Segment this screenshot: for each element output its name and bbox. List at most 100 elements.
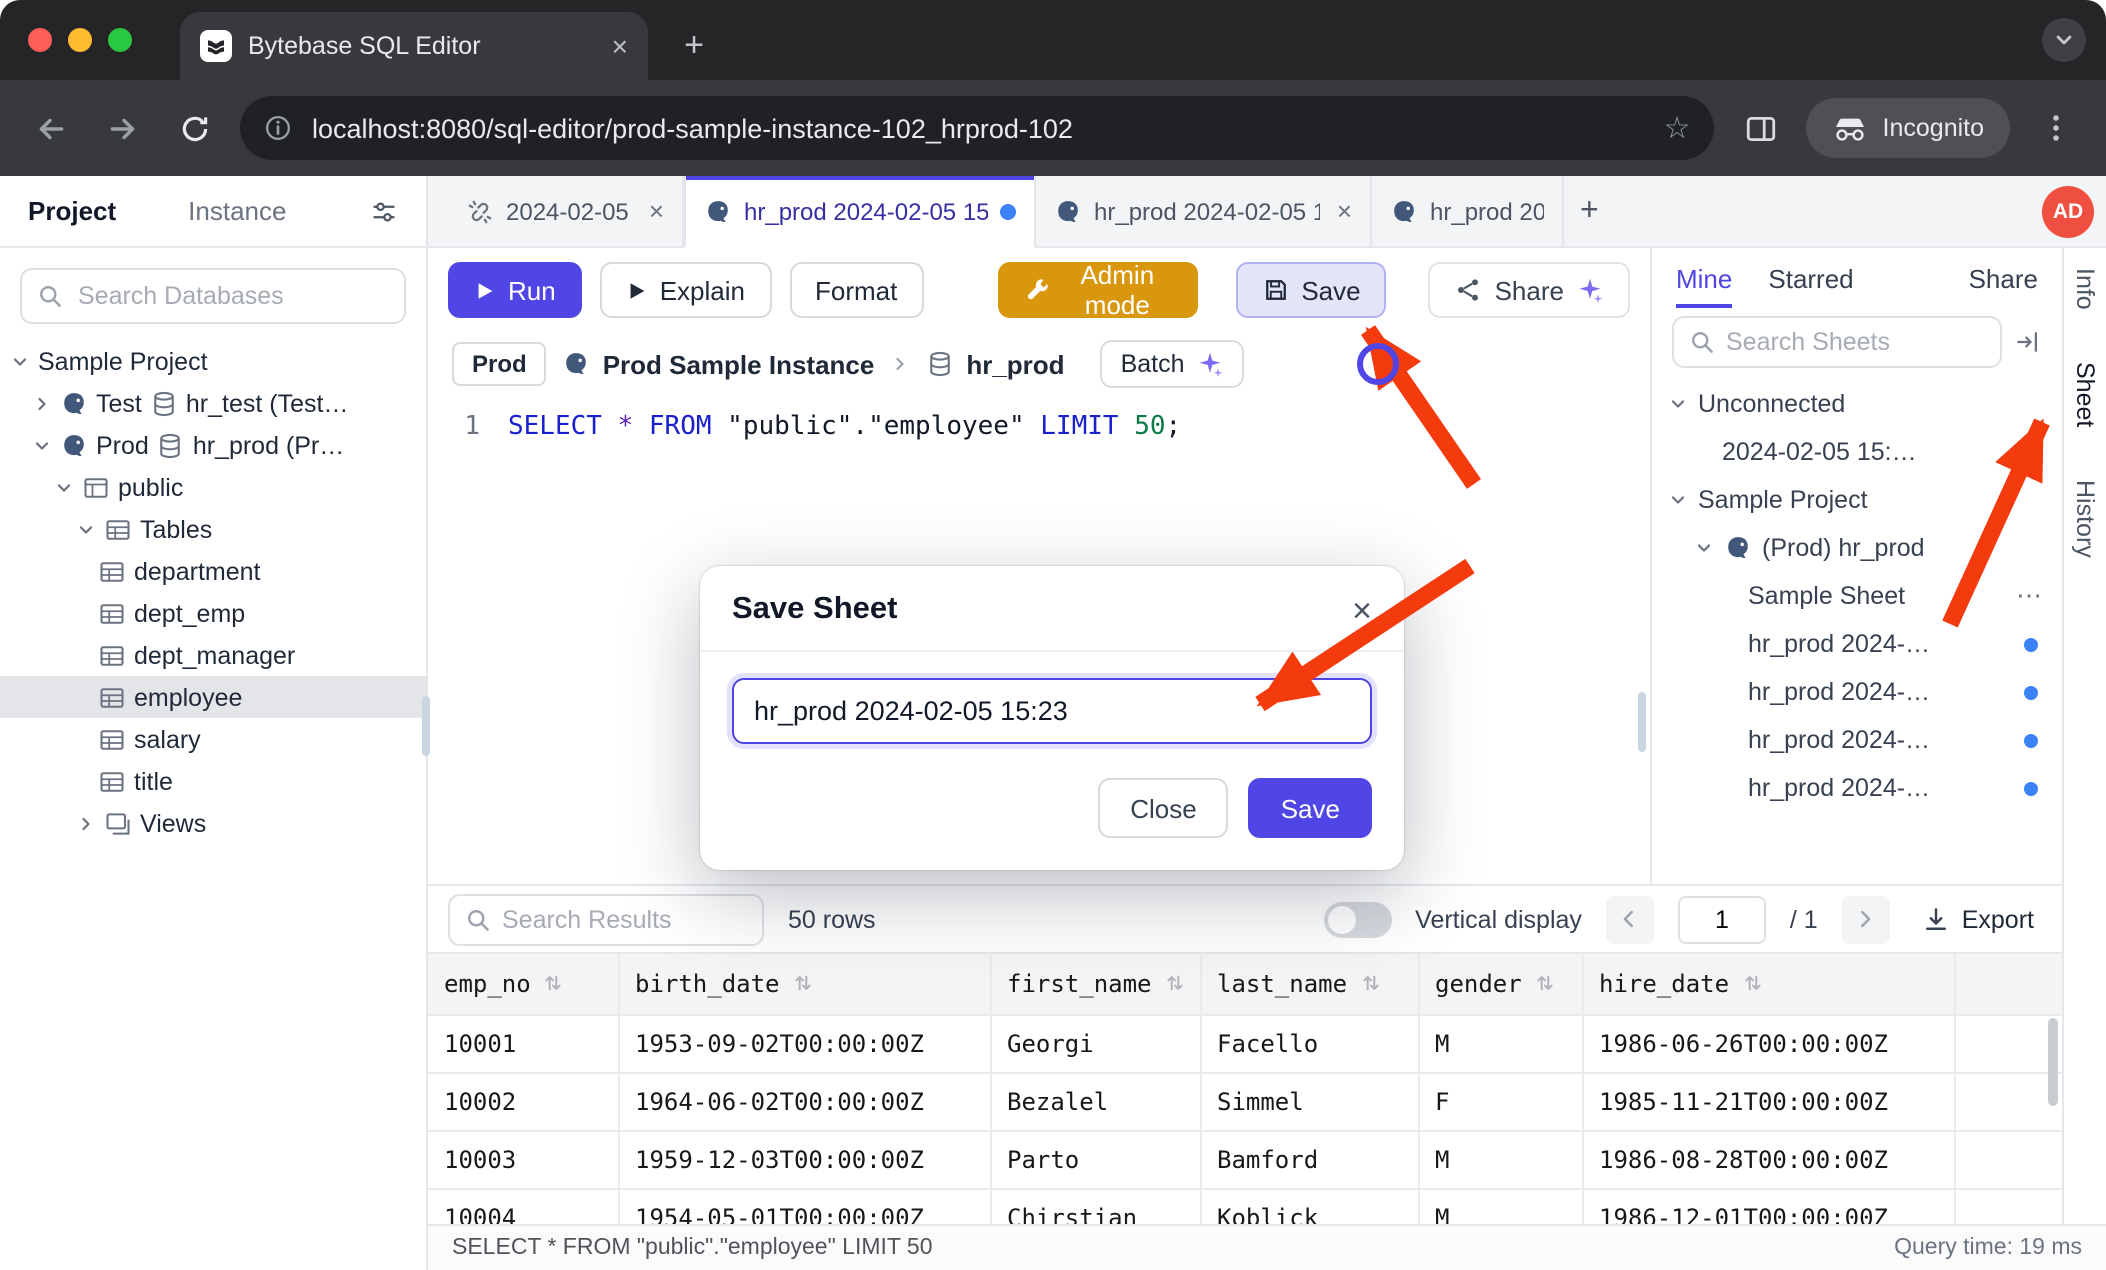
new-browser-tab-button[interactable]: + xyxy=(672,26,716,66)
tree-item[interactable]: salary xyxy=(0,718,426,760)
column-header[interactable]: emp_no xyxy=(428,954,618,1014)
tree-item[interactable]: Testhr_test (Test… xyxy=(0,382,426,424)
page-number-input[interactable] xyxy=(1678,895,1766,943)
left-tab-project[interactable]: Project xyxy=(28,196,116,226)
share-button[interactable]: Share xyxy=(1429,262,1630,318)
tree-item[interactable]: dept_emp xyxy=(0,592,426,634)
address-bar[interactable]: localhost:8080/sql-editor/prod-sample-in… xyxy=(240,96,1715,160)
instance-crumb[interactable]: Prod Sample Instance xyxy=(563,349,875,379)
new-sheet-tab-button[interactable]: + xyxy=(1564,193,1615,229)
table-row[interactable]: 100021964-06-02T00:00:00ZBezalelSimmelF1… xyxy=(428,1072,2062,1130)
reload-icon[interactable] xyxy=(168,102,220,154)
bookmark-star-icon[interactable]: ☆ xyxy=(1656,110,1699,146)
database-crumb[interactable]: hr_prod xyxy=(926,349,1064,379)
vertical-display-toggle[interactable] xyxy=(1323,901,1391,937)
save-button[interactable]: Save xyxy=(1235,262,1386,318)
format-button[interactable]: Format xyxy=(789,262,923,318)
column-header[interactable]: hire_date xyxy=(1582,954,1954,1014)
left-tab-instance[interactable]: Instance xyxy=(188,196,286,226)
column-header[interactable]: last_name xyxy=(1200,954,1418,1014)
close-browser-tab-icon[interactable]: × xyxy=(612,32,628,60)
run-button[interactable]: Run xyxy=(448,262,582,318)
sheet-item[interactable]: Unconnected xyxy=(1652,380,2062,428)
tree-item[interactable]: Views xyxy=(0,802,426,844)
side-tab-history[interactable]: History xyxy=(2071,479,2099,557)
browser-tab[interactable]: Bytebase SQL Editor × xyxy=(180,12,648,80)
close-dialog-icon[interactable]: × xyxy=(1352,593,1372,627)
dialog-save-button[interactable]: Save xyxy=(1249,778,1372,838)
sheet-name-input[interactable] xyxy=(732,678,1372,744)
table-icon xyxy=(98,641,126,669)
export-button[interactable]: Export xyxy=(1914,905,2042,933)
sheet-tab-starred[interactable]: Starred xyxy=(1768,248,1853,308)
sidebar-resize-handle[interactable] xyxy=(422,696,430,756)
sheet-item[interactable]: hr_prod 2024-… xyxy=(1652,716,2062,764)
batch-button[interactable]: Batch xyxy=(1101,340,1245,388)
tree-item[interactable]: Prodhr_prod (Pr… xyxy=(0,424,426,466)
editor-tab[interactable]: hr_prod 2024-0 xyxy=(1372,176,1564,246)
avatar[interactable]: AD xyxy=(2042,186,2094,238)
filter-settings-icon[interactable] xyxy=(370,197,398,225)
tree-item[interactable]: dept_manager xyxy=(0,634,426,676)
side-tab-info[interactable]: Info xyxy=(2071,268,2099,310)
site-info-icon[interactable] xyxy=(264,114,292,142)
side-panel-icon[interactable] xyxy=(1735,102,1787,154)
sheet-tab-mine[interactable]: Mine xyxy=(1676,248,1732,308)
collapse-panel-icon[interactable] xyxy=(2014,328,2042,356)
more-actions-icon[interactable]: ⋯ xyxy=(2016,580,2042,612)
sheet-item[interactable]: 2024-02-05 15:… xyxy=(1652,428,2062,476)
tree-item[interactable]: public xyxy=(0,466,426,508)
editor-tab[interactable]: hr_prod 2024-02-05 15:43× xyxy=(1036,176,1372,246)
browser-menu-icon[interactable] xyxy=(2030,102,2082,154)
table-icon xyxy=(104,515,132,543)
tree-item[interactable]: Tables xyxy=(0,508,426,550)
back-icon[interactable] xyxy=(24,102,76,154)
sheet-item[interactable]: hr_prod 2024-… xyxy=(1652,764,2062,812)
panel-resize-handle[interactable] xyxy=(1638,692,1646,752)
next-page-button[interactable] xyxy=(1842,895,1890,943)
tree-item[interactable]: employee xyxy=(0,676,426,718)
sheet-item[interactable]: hr_prod 2024-… xyxy=(1652,620,2062,668)
table-cell: 1953-09-02T00:00:00Z xyxy=(618,1014,990,1072)
sheet-item[interactable]: hr_prod 2024-… xyxy=(1652,668,2062,716)
sheet-item[interactable]: Sample Sheet⋯ xyxy=(1652,572,2062,620)
incognito-label: Incognito xyxy=(1883,114,1984,142)
table-cell: Parto xyxy=(990,1130,1200,1188)
explain-button[interactable]: Explain xyxy=(600,262,771,318)
editor-tab[interactable]: hr_prod 2024-02-05 15:23 xyxy=(684,176,1036,248)
sheet-tab-share[interactable]: Share xyxy=(1969,248,2038,308)
table-row[interactable]: 100011953-09-02T00:00:00ZGeorgiFacelloM1… xyxy=(428,1014,2062,1072)
results-search-input[interactable] xyxy=(448,893,764,945)
side-tab-sheet[interactable]: Sheet xyxy=(2071,362,2099,427)
environment-chip[interactable]: Prod xyxy=(452,342,547,386)
forward-icon[interactable] xyxy=(96,102,148,154)
table-row[interactable]: 100031959-12-03T00:00:00ZPartoBamfordM19… xyxy=(428,1130,2062,1188)
results-scrollbar[interactable] xyxy=(2048,1018,2058,1106)
window-zoom-button[interactable] xyxy=(108,28,132,52)
tree-item[interactable]: Sample Project xyxy=(0,340,426,382)
prev-page-button[interactable] xyxy=(1606,895,1654,943)
window-minimize-button[interactable] xyxy=(68,28,92,52)
database-search-input[interactable] xyxy=(20,268,406,324)
dialog-close-button[interactable]: Close xyxy=(1098,778,1229,838)
table-row[interactable]: 100041954-05-01T00:00:00ZChirstianKoblic… xyxy=(428,1188,2062,1224)
sheet-item[interactable]: (Prod) hr_prod xyxy=(1652,524,2062,572)
window-close-button[interactable] xyxy=(28,28,52,52)
tree-item-label: Tables xyxy=(140,515,212,543)
column-header[interactable]: gender xyxy=(1418,954,1582,1014)
sheet-search-input[interactable] xyxy=(1672,316,2002,368)
database-icon xyxy=(157,431,185,459)
sheet-item[interactable]: Sample Project xyxy=(1652,476,2062,524)
close-tab-icon[interactable]: × xyxy=(1337,196,1352,226)
tree-item[interactable]: title xyxy=(0,760,426,802)
editor-tab[interactable]: 2024-02-05 15:22× xyxy=(448,176,684,246)
close-tab-icon[interactable]: × xyxy=(649,196,664,226)
database-icon xyxy=(926,350,954,378)
unsaved-dot xyxy=(2024,781,2038,795)
column-header[interactable]: first_name xyxy=(990,954,1200,1014)
column-header[interactable]: birth_date xyxy=(618,954,990,1014)
search-tabs-button[interactable] xyxy=(2042,18,2086,62)
tree-item[interactable]: department xyxy=(0,550,426,592)
editor-tab-label: hr_prod 2024-02-05 15:23 xyxy=(744,197,988,225)
admin-mode-button[interactable]: Admin mode xyxy=(997,262,1197,318)
